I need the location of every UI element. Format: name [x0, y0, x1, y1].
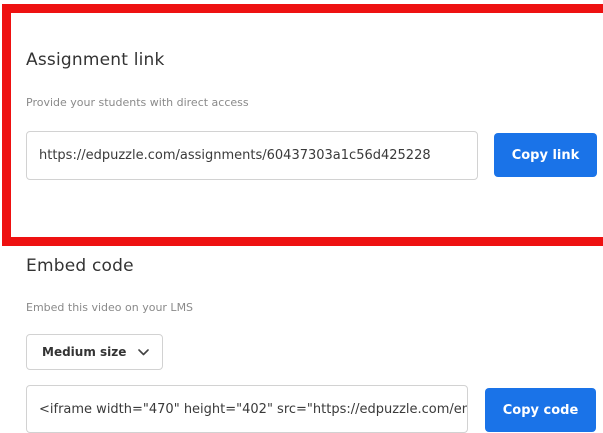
- assignment-link-title: Assignment link: [26, 50, 165, 70]
- copy-code-button[interactable]: Copy code: [485, 388, 596, 432]
- embed-code-field[interactable]: <iframe width="470" height="402" src="ht…: [26, 385, 468, 433]
- chevron-down-icon: [138, 348, 150, 356]
- copy-link-button[interactable]: Copy link: [494, 133, 597, 177]
- embed-size-select[interactable]: Medium size: [26, 334, 163, 370]
- embed-size-select-value: Medium size: [42, 345, 127, 359]
- assignment-link-url-field[interactable]: https://edpuzzle.com/assignments/6043730…: [26, 131, 478, 180]
- assignment-link-url-text: https://edpuzzle.com/assignments/6043730…: [39, 148, 431, 163]
- embed-code-text: <iframe width="470" height="402" src="ht…: [39, 401, 467, 417]
- assignment-link-highlight: [2, 4, 603, 246]
- embed-code-description: Embed this video on your LMS: [26, 301, 194, 314]
- assignment-link-description: Provide your students with direct access: [26, 96, 249, 109]
- embed-code-title: Embed code: [26, 256, 134, 276]
